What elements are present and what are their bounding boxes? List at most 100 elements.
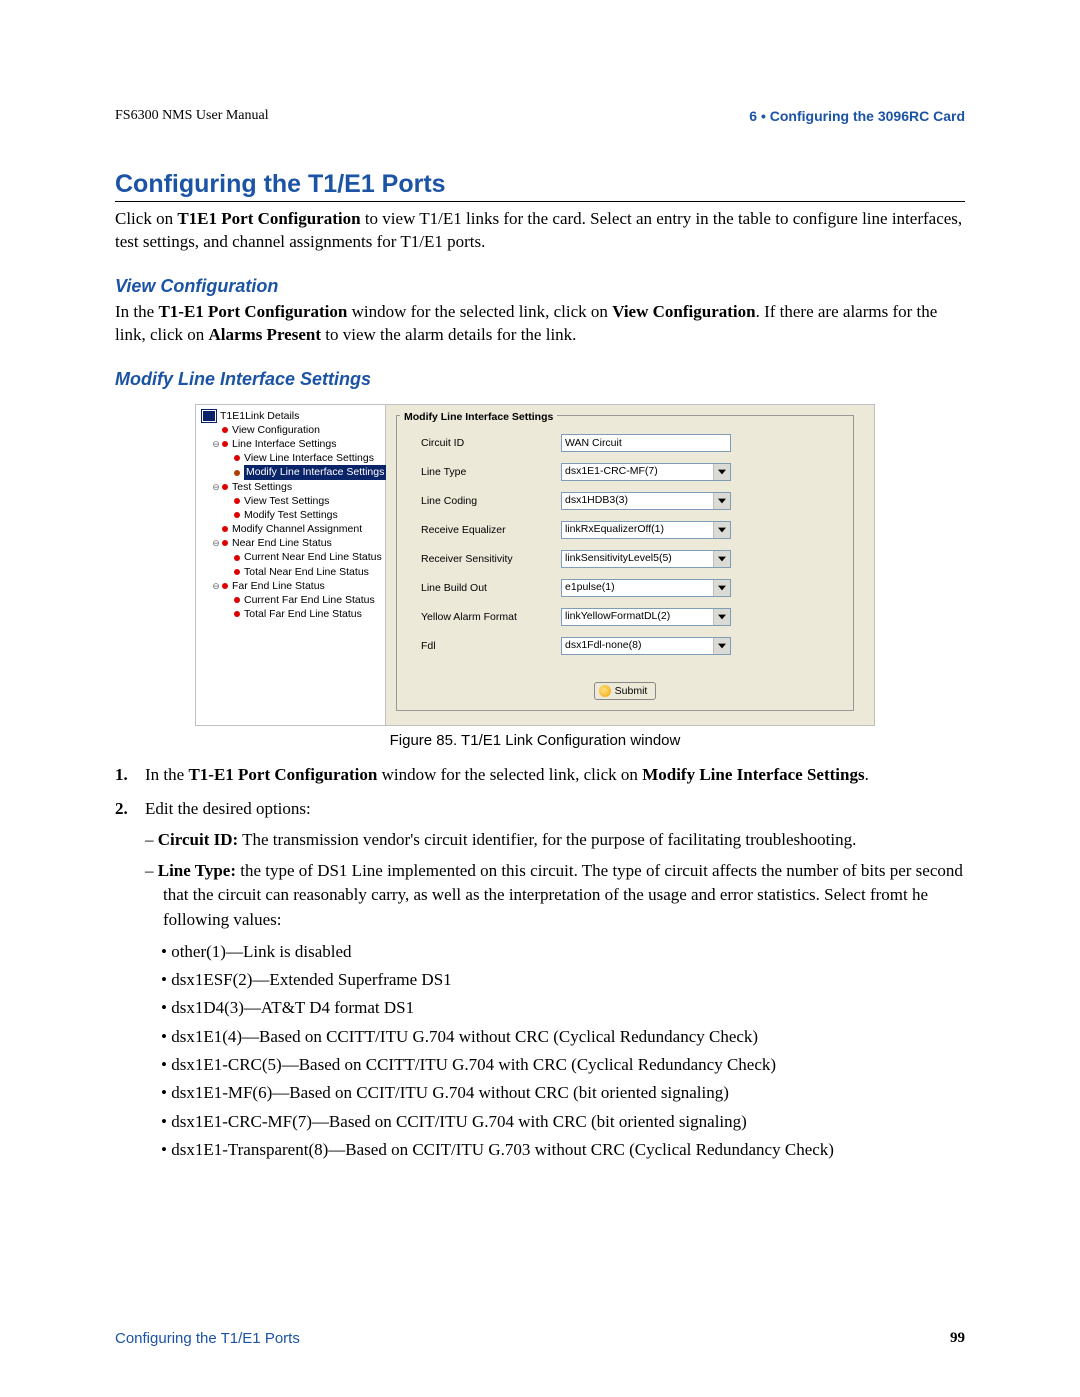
tree-toggle-icon[interactable]: ⊖ — [212, 537, 220, 549]
page-header: FS6300 NMS User Manual 6 • Configuring t… — [115, 108, 965, 124]
chevron-down-icon[interactable] — [713, 551, 730, 567]
select-dropdown[interactable]: dsx1Fdl-none(8) — [561, 637, 731, 655]
select-value: linkSensitivityLevel5(5) — [562, 551, 713, 567]
chevron-down-icon[interactable] — [713, 609, 730, 625]
select-value: dsx1E1-CRC-MF(7) — [562, 464, 713, 480]
tree-item-label: Modify Test Settings — [244, 508, 338, 522]
field-label: Receive Equalizer — [421, 524, 561, 536]
field-label: Receiver Sensitivity — [421, 553, 561, 565]
tree-item[interactable]: View Configuration — [202, 423, 381, 437]
select-dropdown[interactable]: linkSensitivityLevel5(5) — [561, 550, 731, 568]
tree-item[interactable]: ⊖Line Interface Settings — [202, 437, 381, 451]
select-dropdown[interactable]: dsx1E1-CRC-MF(7) — [561, 463, 731, 481]
tree-item-label: Total Near End Line Status — [244, 565, 369, 579]
tree-toggle-icon[interactable]: ⊖ — [212, 481, 220, 493]
tree-item-label: Near End Line Status — [232, 536, 332, 550]
bullet-item: dsx1E1-Transparent(8)—Based on CCIT/ITU … — [161, 1137, 965, 1163]
tree-bullet-icon — [222, 484, 228, 490]
select-value: linkYellowFormatDL(2) — [562, 609, 713, 625]
tree-item[interactable]: Current Far End Line Status — [202, 593, 381, 607]
figure-85: T1E1Link Details View Configuration⊖Line… — [195, 404, 965, 749]
bullet-item: dsx1E1-CRC(5)—Based on CCITT/ITU G.704 w… — [161, 1052, 965, 1078]
bullet-item: dsx1E1(4)—Based on CCITT/ITU G.704 witho… — [161, 1024, 965, 1050]
tree-item[interactable]: Modify Test Settings — [202, 508, 381, 522]
tree-bullet-icon — [222, 427, 228, 433]
bullet-list: other(1)—Link is disableddsx1ESF(2)—Exte… — [161, 939, 965, 1164]
fieldset: Circuit IDLine Typedsx1E1-CRC-MF(7)Line … — [396, 415, 854, 711]
tree-bullet-icon — [234, 512, 240, 518]
tree-item[interactable]: ⊖ Test Settings — [202, 480, 381, 494]
tree-item[interactable]: Modify Channel Assignment — [202, 522, 381, 536]
submit-button[interactable]: Submit — [594, 682, 657, 700]
tree-bullet-icon — [234, 498, 240, 504]
chevron-down-icon[interactable] — [713, 493, 730, 509]
field-label: Yellow Alarm Format — [421, 611, 561, 623]
tree-item[interactable]: ⊖ Near End Line Status — [202, 536, 381, 550]
nav-tree[interactable]: T1E1Link Details View Configuration⊖Line… — [196, 405, 386, 725]
title-rule — [115, 201, 965, 202]
select-dropdown[interactable]: linkRxEqualizerOff(1) — [561, 521, 731, 539]
bullet-item: other(1)—Link is disabled — [161, 939, 965, 965]
select-dropdown[interactable]: dsx1HDB3(3) — [561, 492, 731, 510]
tree-item[interactable]: View Test Settings — [202, 494, 381, 508]
tree-item-label: View Test Settings — [244, 494, 329, 508]
text-input[interactable] — [561, 434, 731, 452]
chevron-down-icon[interactable] — [713, 638, 730, 654]
tree-bullet-icon — [222, 526, 228, 532]
fieldset-legend: Modify Line Interface Settings — [400, 411, 557, 423]
tree-item[interactable]: Total Far End Line Status — [202, 607, 381, 621]
form-row: Line Codingdsx1HDB3(3) — [421, 492, 829, 510]
chevron-down-icon[interactable] — [713, 464, 730, 480]
tree-item-label: Test Settings — [232, 480, 292, 494]
tree-item-label: Total Far End Line Status — [244, 607, 362, 621]
tree-bullet-icon — [234, 597, 240, 603]
dash-list: Circuit ID: The transmission vendor's ci… — [145, 828, 965, 1163]
form-row: Fdldsx1Fdl-none(8) — [421, 637, 829, 655]
section-title: Configuring the T1/E1 Ports — [115, 170, 965, 199]
tree-bullet-icon — [234, 569, 240, 575]
chevron-down-icon[interactable] — [713, 522, 730, 538]
tree-bullet-icon — [234, 470, 240, 476]
form-row: Receive EqualizerlinkRxEqualizerOff(1) — [421, 521, 829, 539]
select-value: linkRxEqualizerOff(1) — [562, 522, 713, 538]
intro-paragraph: Click on T1E1 Port Configuration to view… — [115, 208, 965, 254]
form-panel: Modify Line Interface Settings Circuit I… — [386, 405, 874, 725]
field-label: Fdl — [421, 640, 561, 652]
field-label: Line Build Out — [421, 582, 561, 594]
config-window: T1E1Link Details View Configuration⊖Line… — [195, 404, 875, 726]
bullet-item: dsx1D4(3)—AT&T D4 format DS1 — [161, 995, 965, 1021]
tree-root[interactable]: T1E1Link Details — [202, 409, 381, 423]
page-footer: Configuring the T1/E1 Ports 99 — [115, 1330, 965, 1347]
select-value: e1pulse(1) — [562, 580, 713, 596]
select-dropdown[interactable]: e1pulse(1) — [561, 579, 731, 597]
select-value: dsx1HDB3(3) — [562, 493, 713, 509]
tree-item-label: Current Near End Line Status — [244, 550, 382, 564]
tree-bullet-icon — [222, 540, 228, 546]
chevron-down-icon[interactable] — [713, 580, 730, 596]
step-2: 2. Edit the desired options: Circuit ID:… — [115, 797, 965, 1165]
tree-item[interactable]: Current Near End Line Status — [202, 550, 381, 564]
dash-item: Line Type: the type of DS1 Line implemen… — [145, 859, 965, 933]
tree-item[interactable]: ⊖Far End Line Status — [202, 579, 381, 593]
window-icon — [202, 410, 216, 422]
tree-item[interactable]: View Line Interface Settings — [202, 451, 381, 465]
tree-bullet-icon — [234, 611, 240, 617]
bullet-item: dsx1E1-MF(6)—Based on CCIT/ITU G.704 wit… — [161, 1080, 965, 1106]
header-right: 6 • Configuring the 3096RC Card — [749, 108, 965, 124]
bullet-item: dsx1E1-CRC-MF(7)—Based on CCIT/ITU G.704… — [161, 1109, 965, 1135]
step-1: 1. In the T1-E1 Port Configuration windo… — [115, 763, 965, 788]
form-row: Yellow Alarm FormatlinkYellowFormatDL(2) — [421, 608, 829, 626]
tree-item[interactable]: Modify Line Interface Settings — [202, 465, 381, 479]
bullet-item: dsx1ESF(2)—Extended Superframe DS1 — [161, 967, 965, 993]
tree-item-label: Modify Channel Assignment — [232, 522, 362, 536]
select-dropdown[interactable]: linkYellowFormatDL(2) — [561, 608, 731, 626]
modify-heading: Modify Line Interface Settings — [115, 369, 965, 390]
view-config-paragraph: In the T1-E1 Port Configuration window f… — [115, 301, 965, 347]
tree-item[interactable]: Total Near End Line Status — [202, 565, 381, 579]
tree-toggle-icon[interactable]: ⊖ — [212, 580, 220, 592]
tree-item-label: Current Far End Line Status — [244, 593, 375, 607]
field-label: Line Coding — [421, 495, 561, 507]
footer-page-number: 99 — [950, 1330, 965, 1347]
form-row: Line Typedsx1E1-CRC-MF(7) — [421, 463, 829, 481]
tree-toggle-icon[interactable]: ⊖ — [212, 438, 220, 450]
